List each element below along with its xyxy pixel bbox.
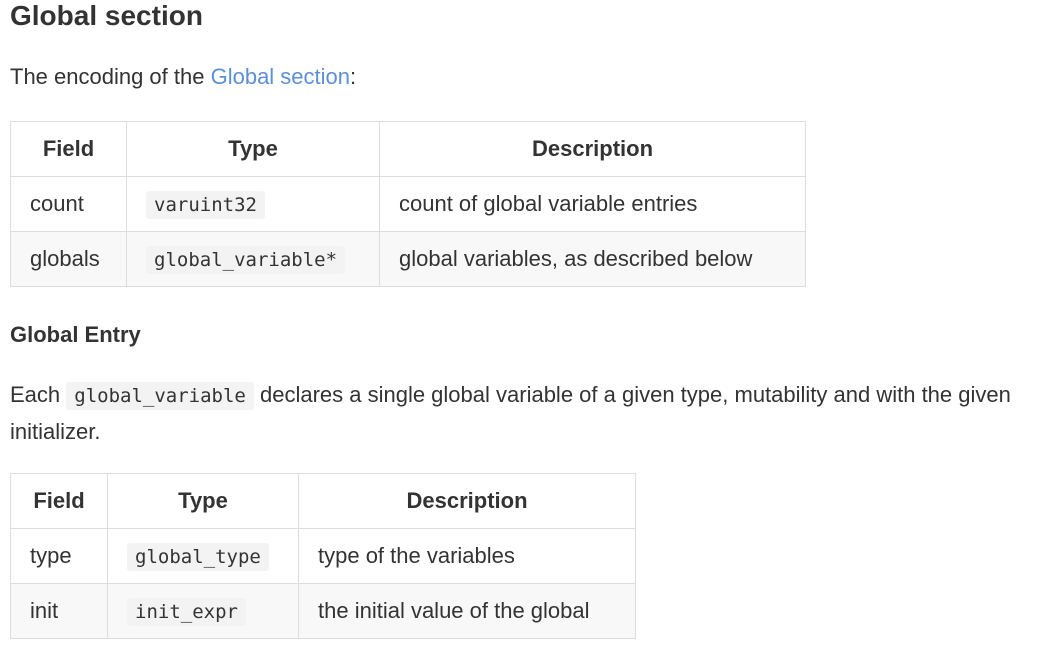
header-field: Field [10, 121, 127, 177]
table-row: count varuint32 count of global variable… [10, 176, 806, 232]
header-description: Description [379, 121, 806, 177]
global-section-link[interactable]: Global section [211, 64, 350, 89]
global-section-table: Field Type Description count varuint32 c… [10, 121, 806, 287]
intro-suffix: : [350, 64, 357, 89]
cell-description: type of the variables [298, 528, 636, 584]
header-type: Type [126, 121, 380, 177]
cell-description: the initial value of the global [298, 583, 636, 639]
table-row: init init_expr the initial value of the … [10, 583, 636, 639]
cell-description: count of global variable entries [379, 176, 806, 232]
cell-type: varuint32 [126, 176, 380, 232]
table-header-row: Field Type Description [10, 121, 806, 177]
table-row: type global_type type of the variables [10, 528, 636, 584]
entry-prefix: Each [10, 382, 67, 407]
cell-type: init_expr [107, 583, 299, 639]
section-heading: Global section [10, 0, 203, 31]
cell-field: globals [10, 231, 127, 287]
intro-paragraph: The encoding of the Global section: [10, 62, 356, 92]
global-entry-table: Field Type Description type global_type … [10, 473, 636, 639]
cell-field: init [10, 583, 108, 639]
subsection-heading: Global Entry [10, 322, 141, 347]
global-variable-code: global_variable [66, 382, 254, 410]
cell-type: global_variable* [126, 231, 380, 287]
type-code: global_variable* [146, 246, 346, 274]
type-code: varuint32 [146, 191, 265, 219]
header-type: Type [107, 473, 299, 529]
table-header-row: Field Type Description [10, 473, 636, 529]
intro-prefix: The encoding of the [10, 64, 211, 89]
header-description: Description [298, 473, 636, 529]
type-code: global_type [127, 543, 269, 571]
cell-field: type [10, 528, 108, 584]
cell-description: global variables, as described below [379, 231, 806, 287]
entry-paragraph: Each global_variable declares a single g… [10, 377, 1050, 450]
type-code: init_expr [127, 598, 246, 626]
cell-field: count [10, 176, 127, 232]
table-row: globals global_variable* global variable… [10, 231, 806, 287]
header-field: Field [10, 473, 108, 529]
cell-type: global_type [107, 528, 299, 584]
